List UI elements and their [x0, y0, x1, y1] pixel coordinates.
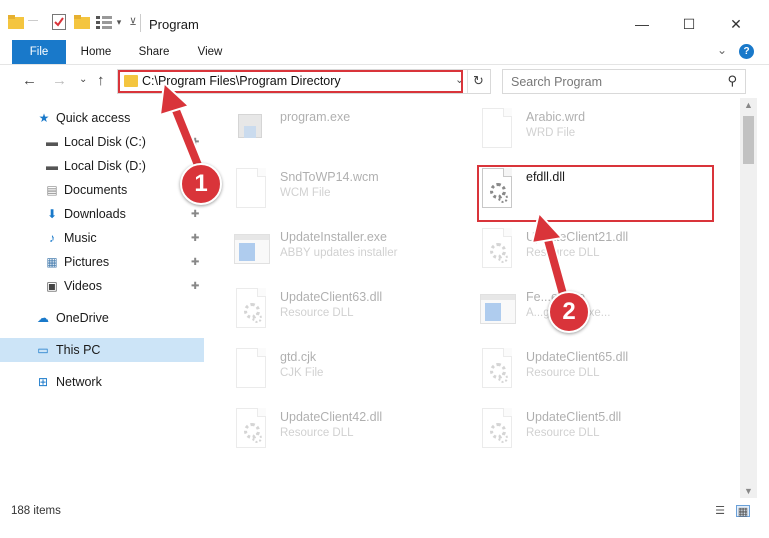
step-2-badge: 2: [548, 291, 590, 333]
arrow-2: [530, 210, 572, 311]
step-1-badge: 1: [180, 163, 222, 205]
annotation-arrows: [158, 80, 572, 311]
arrow-1: [158, 80, 206, 176]
